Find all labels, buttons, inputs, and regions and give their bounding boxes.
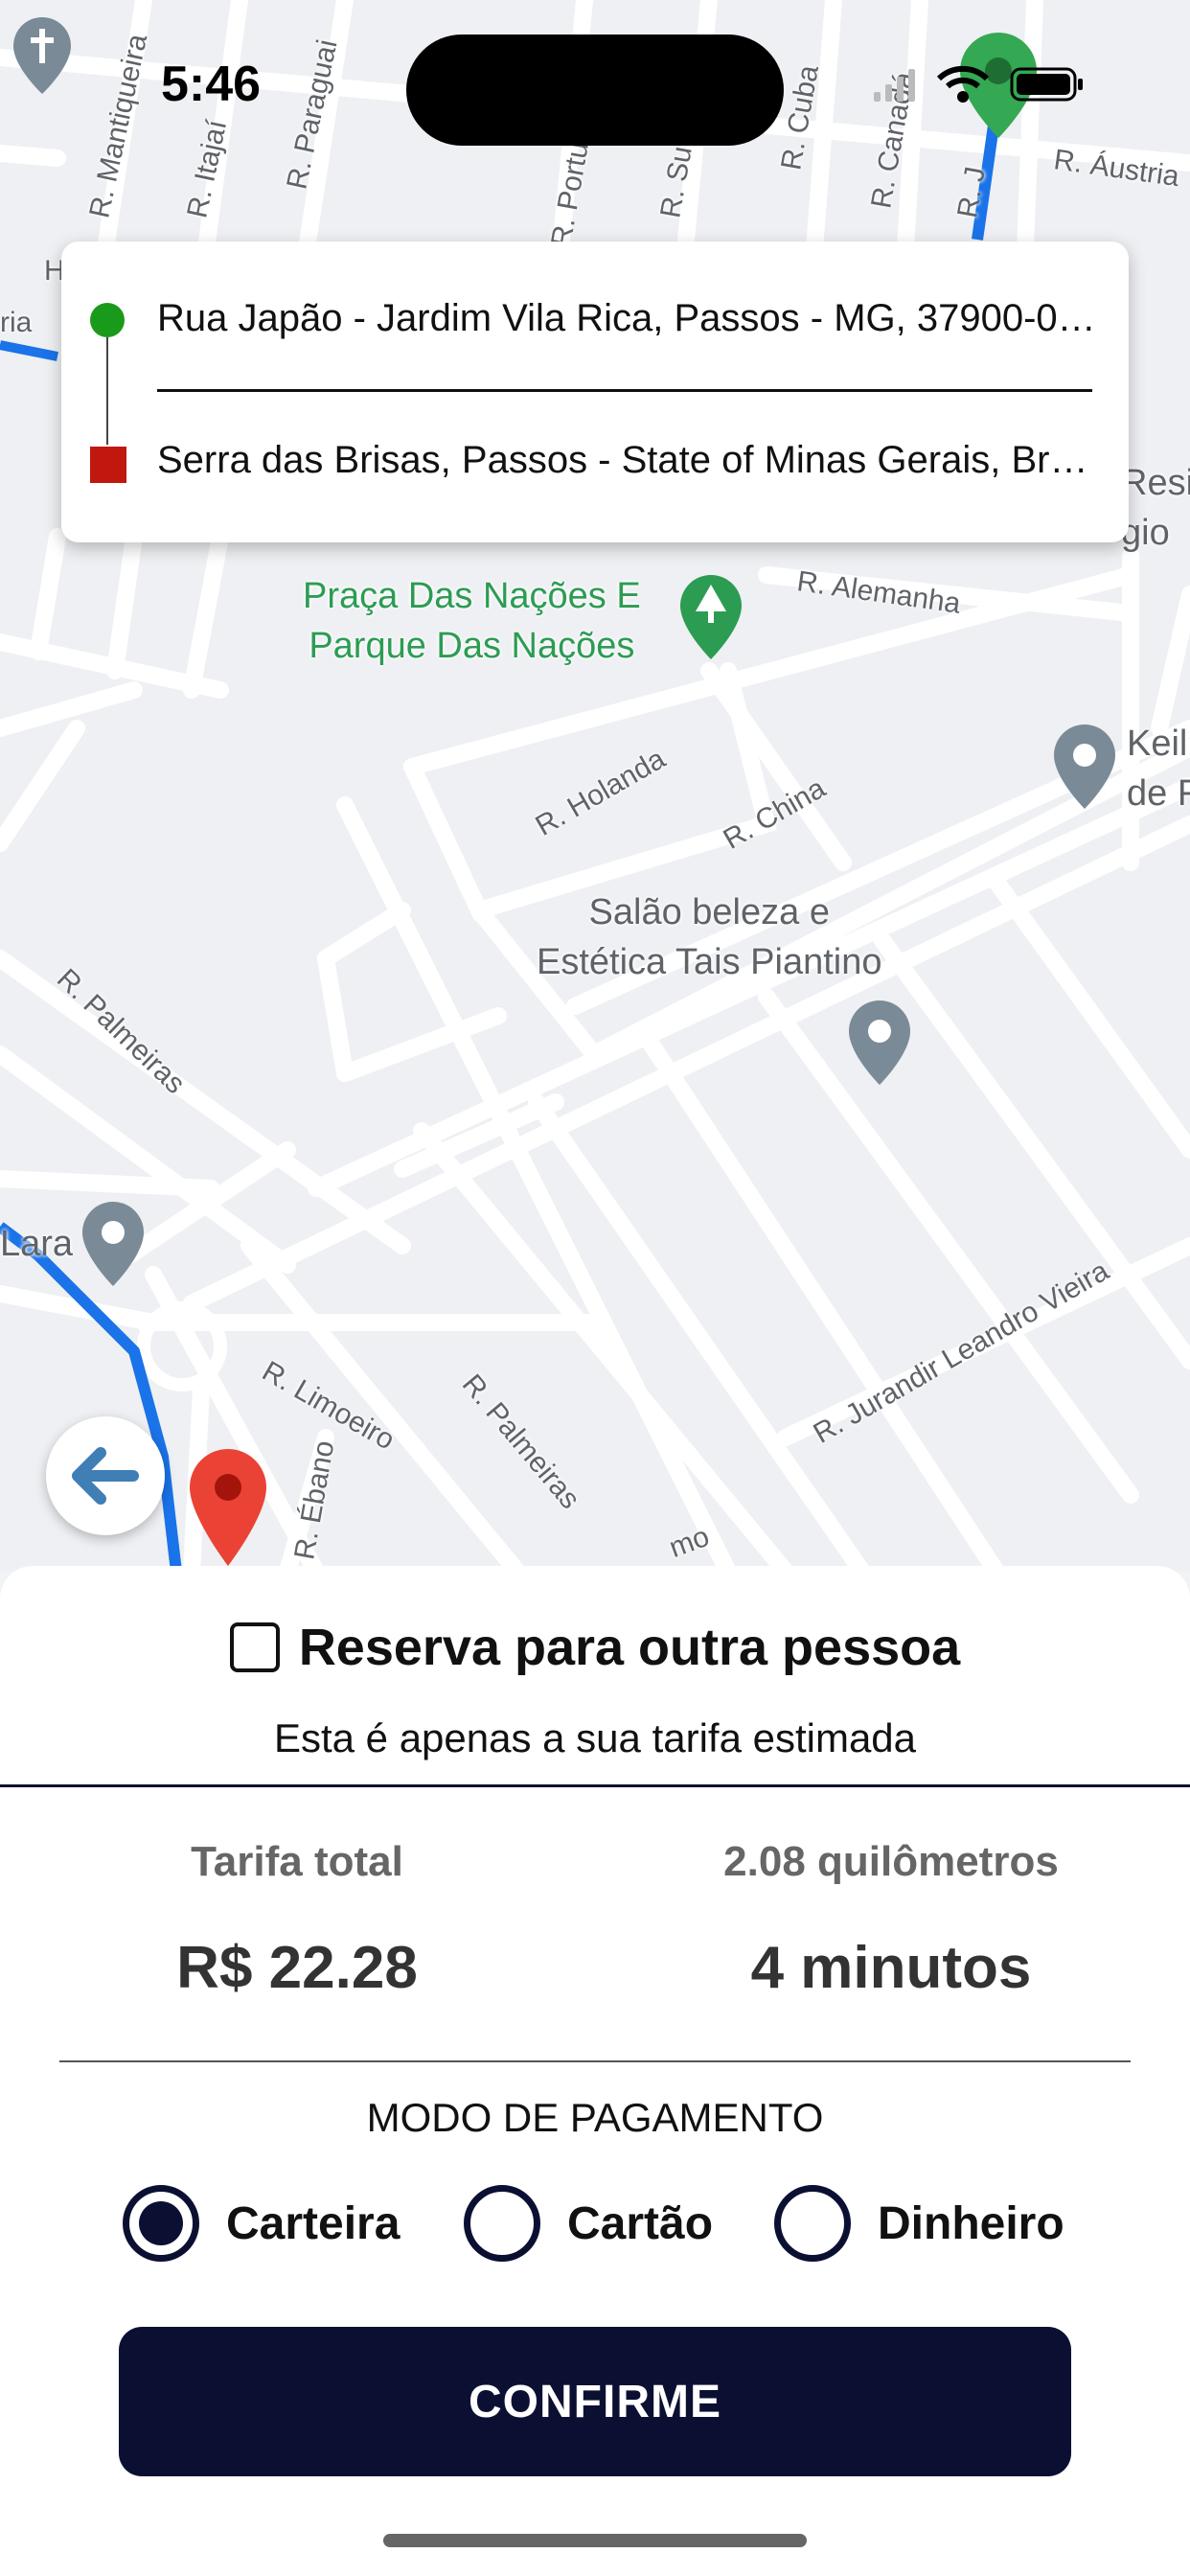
confirm-button[interactable]: CONFIRME [119, 2327, 1071, 2476]
dynamic-island [406, 34, 784, 146]
divider [59, 2060, 1131, 2062]
home-indicator[interactable] [383, 2534, 807, 2547]
status-icons [874, 65, 1085, 104]
route-card: Rua Japão - Jardim Vila Rica, Passos - M… [61, 242, 1129, 542]
divider [0, 1784, 1190, 1787]
payment-option-cash[interactable]: Dinheiro [774, 2185, 1064, 2262]
reserve-row[interactable]: Reserva para outra pessoa [0, 1618, 1190, 1677]
payment-title: MODO DE PAGAMENTO [366, 2095, 824, 2140]
fare-column: Tarifa total R$ 22.28 [86, 1838, 508, 2002]
route-divider [157, 389, 1092, 392]
lara-pin-icon [82, 1202, 144, 1286]
radio-button[interactable] [774, 2185, 851, 2262]
map-view[interactable]: R. Mantiqueira R. Itajaí R. Paraguai R. … [0, 0, 1190, 1572]
salon-pin-icon [849, 1000, 910, 1085]
fare-value: R$ 22.28 [176, 1935, 418, 2001]
payment-option-label[interactable]: Carteira [226, 2197, 400, 2250]
park-pin-icon [680, 575, 742, 659]
payment-options: Carteira Cartão Dinheiro [0, 2185, 1190, 2262]
reserve-label[interactable]: Reserva para outra pessoa [299, 1618, 960, 1677]
street-label: ria [0, 307, 33, 338]
radio-selected-dot [139, 2201, 183, 2245]
distance-label: 2.08 quilômetros [723, 1838, 1059, 1885]
duration-value: 4 minutos [750, 1935, 1032, 2001]
status-time: 5:46 [161, 57, 262, 112]
wifi-icon [937, 65, 989, 103]
destination-address[interactable]: Serra das Brisas, Passos - State of Mina… [157, 439, 1096, 482]
keil-label: Keil de F [1127, 724, 1190, 814]
radio-button[interactable] [123, 2185, 199, 2262]
route-connector [106, 337, 108, 445]
fare-label: Tarifa total [191, 1838, 403, 1885]
radio-button[interactable] [464, 2185, 540, 2262]
fare-sheet: Reserva para outra pessoa Esta é apenas … [0, 1566, 1190, 2576]
salon-label: Salão beleza e Estética Tais Piantino [537, 892, 882, 982]
signal-icon [874, 69, 915, 102]
battery-icon [1010, 67, 1083, 102]
cemetery-pin-icon [13, 17, 71, 94]
payment-option-label[interactable]: Dinheiro [878, 2197, 1064, 2250]
payment-option-wallet[interactable]: Carteira [123, 2185, 400, 2262]
reserve-checkbox[interactable] [229, 1622, 280, 1672]
trip-column: 2.08 quilômetros 4 minutos [680, 1838, 1102, 2002]
origin-address[interactable]: Rua Japão - Jardim Vila Rica, Passos - M… [157, 297, 1096, 340]
origin-dot-icon [90, 303, 125, 337]
arrow-left-icon [72, 1447, 139, 1505]
lara-label: Lara [0, 1224, 74, 1264]
destination-square-icon [90, 447, 126, 483]
park-label: Praça Das Nações E Parque Das Nações [303, 576, 641, 666]
resi-label: Resi gio [1121, 463, 1190, 553]
back-button[interactable] [46, 1416, 165, 1535]
payment-option-label[interactable]: Cartão [567, 2197, 713, 2250]
payment-option-card[interactable]: Cartão [464, 2185, 713, 2262]
estimate-note: Esta é apenas a sua tarifa estimada [273, 1715, 917, 1760]
